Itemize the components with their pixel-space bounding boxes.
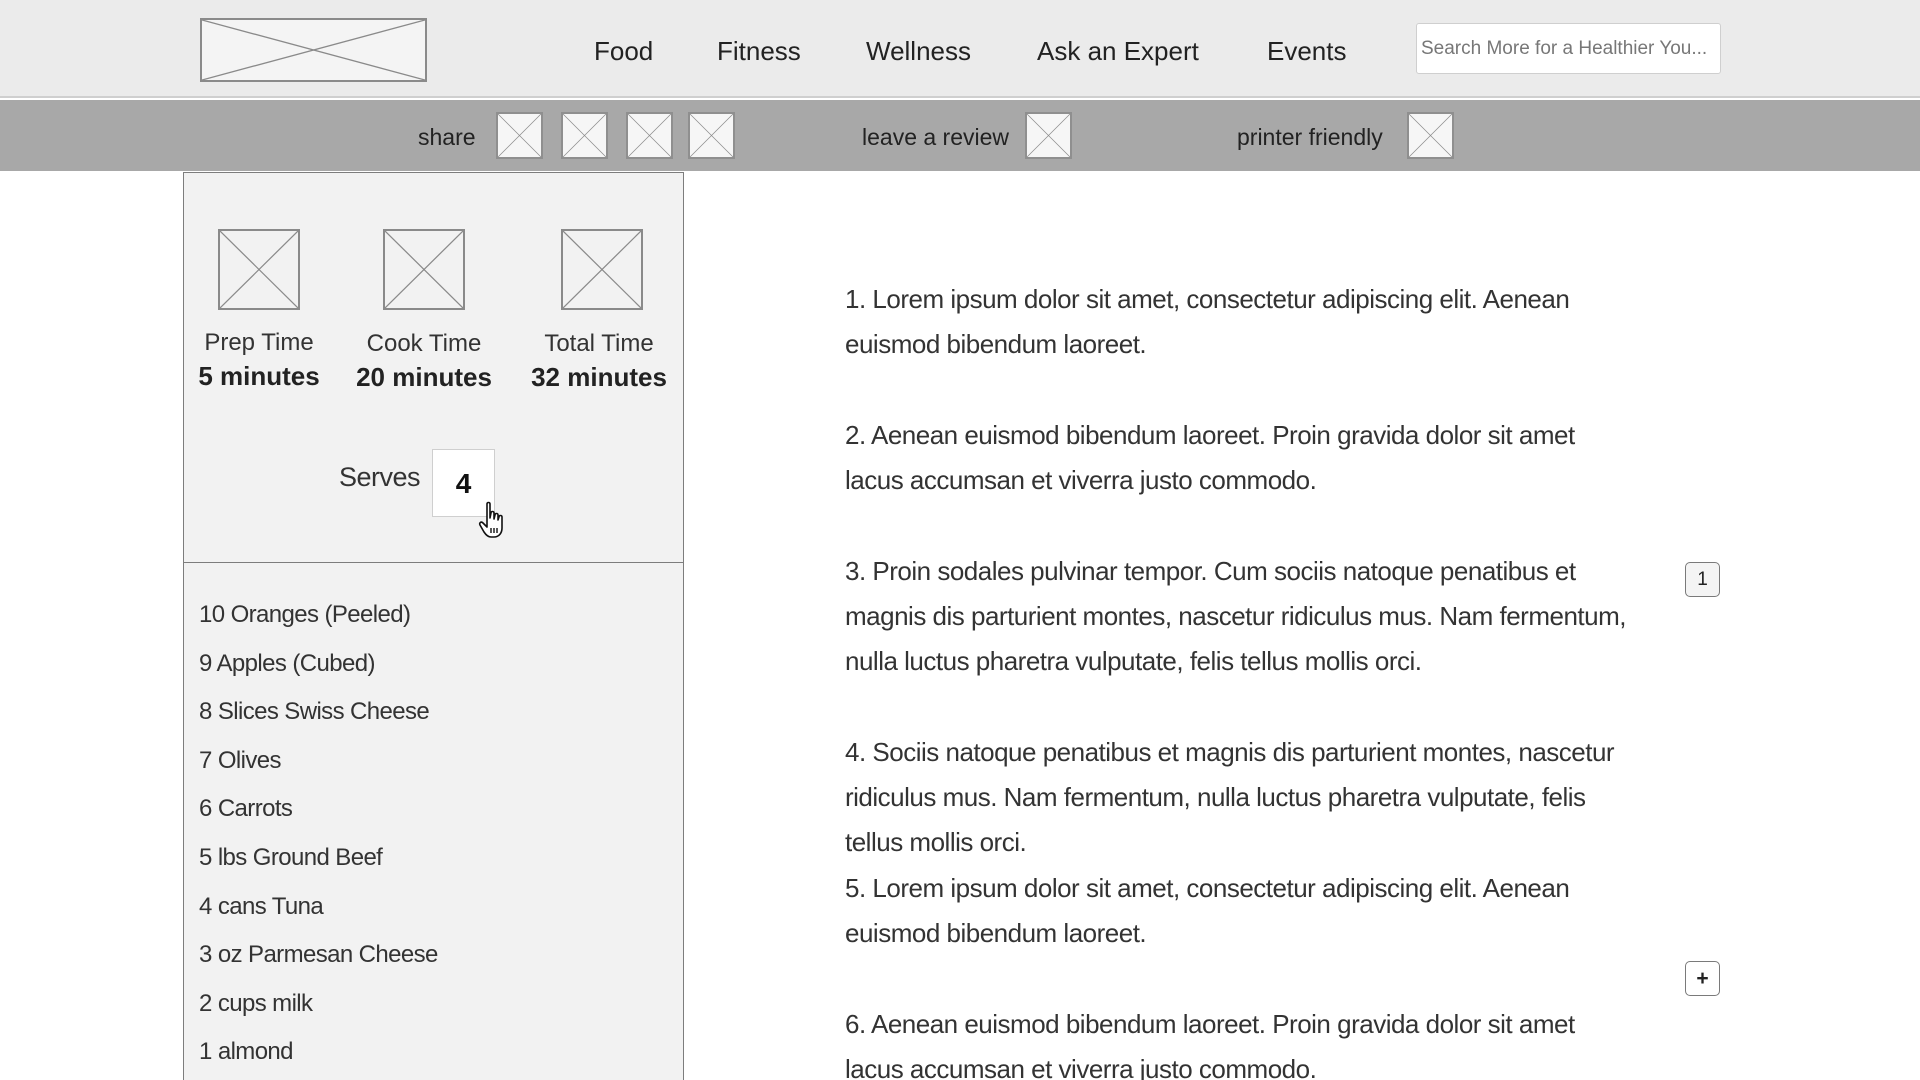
prep-time-label: Prep Time (204, 329, 314, 356)
recipe-step: 4. Sociis natoque penatibus et magnis di… (845, 737, 1615, 857)
nav-fitness[interactable]: Fitness (717, 36, 801, 67)
cook-time-image-placeholder-icon (383, 229, 465, 310)
ingredient-item: 5 lbs Ground Beef (199, 844, 383, 871)
ingredient-item: 2 cups milk (199, 990, 313, 1017)
cook-time-label: Cook Time (366, 330, 482, 357)
comment-count-badge[interactable]: 1 (1685, 562, 1720, 597)
site-header: Food Fitness Wellness Ask an Expert Even… (0, 0, 1920, 98)
ingredient-item: 7 Olives (199, 747, 282, 774)
nav-food[interactable]: Food (594, 36, 653, 67)
share-toolbar: share leave a review printer friendly (0, 100, 1920, 171)
share-icon-1[interactable] (496, 112, 543, 159)
cook-time-value: 20 minutes (356, 362, 492, 392)
nav-events[interactable]: Events (1267, 36, 1347, 67)
add-comment-button[interactable]: + (1685, 961, 1720, 996)
recipe-step: 5. Lorem ipsum dolor sit amet, consectet… (845, 873, 1570, 948)
search-input[interactable] (1416, 23, 1721, 74)
nav-wellness[interactable]: Wellness (866, 36, 971, 67)
recipe-step: 6. Aenean euismod bibendum laoreet. Proi… (845, 1009, 1575, 1080)
printer-friendly-label: printer friendly (1237, 124, 1383, 150)
nav-ask-an-expert[interactable]: Ask an Expert (1037, 36, 1199, 67)
recipe-step: 2. Aenean euismod bibendum laoreet. Proi… (845, 420, 1575, 495)
recipe-step: 1. Lorem ipsum dolor sit amet, consectet… (845, 284, 1570, 359)
ingredient-item: 10 Oranges (Peeled) (199, 601, 411, 628)
share-icon-4[interactable] (688, 112, 735, 159)
hand-cursor-icon (478, 501, 503, 538)
serves-label: Serves (339, 462, 421, 492)
ingredient-item: 9 Apples (Cubed) (199, 650, 375, 677)
leave-review-label: leave a review (862, 124, 1010, 150)
recipe-step: 3. Proin sodales pulvinar tempor. Cum so… (845, 556, 1626, 676)
ingredient-item: 6 Carrots (199, 795, 293, 822)
ingredient-item: 4 cans Tuna (199, 893, 324, 920)
total-time-label: Total Time (544, 330, 654, 357)
share-icon-3[interactable] (626, 112, 673, 159)
share-label: share (418, 124, 476, 150)
logo-placeholder-icon[interactable] (200, 18, 427, 82)
prep-time-image-placeholder-icon (218, 229, 300, 310)
leave-review-icon[interactable] (1025, 112, 1072, 159)
ingredient-item: 8 Slices Swiss Cheese (199, 698, 430, 725)
total-time-value: 32 minutes (531, 362, 667, 392)
ingredient-item: 1 almond (199, 1038, 294, 1065)
total-time-image-placeholder-icon (561, 229, 643, 310)
printer-friendly-icon[interactable] (1407, 112, 1454, 159)
ingredient-item: 3 oz Parmesan Cheese (199, 941, 438, 968)
share-icon-2[interactable] (561, 112, 608, 159)
